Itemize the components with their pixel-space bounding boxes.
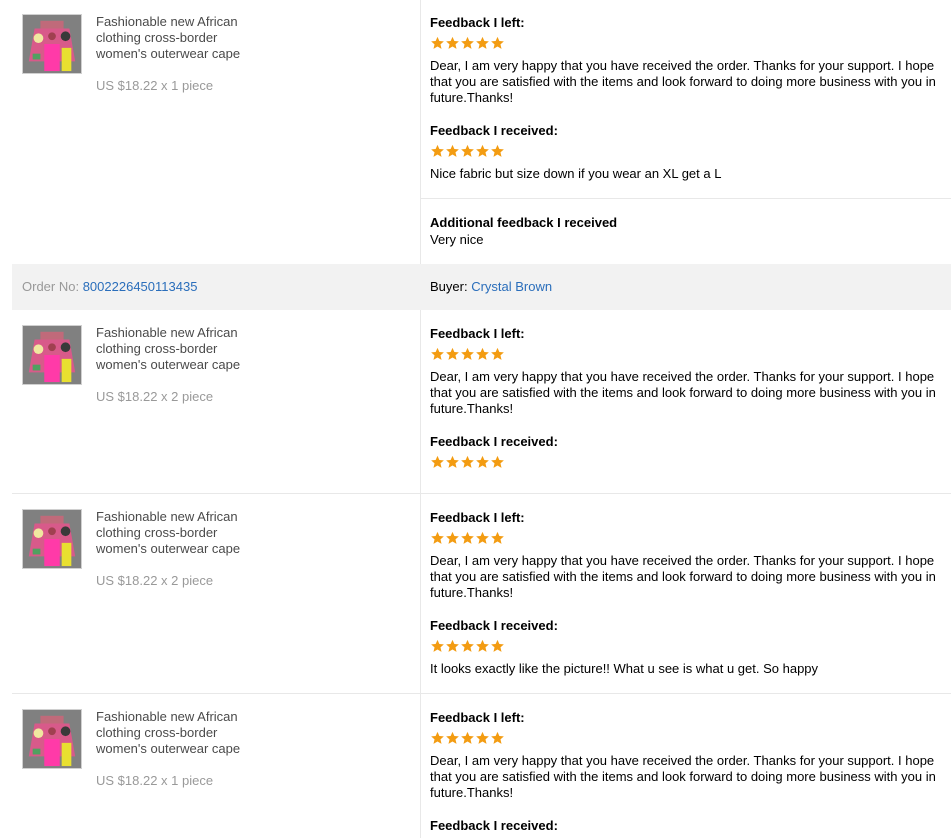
star-icon (475, 347, 490, 361)
star-icon (445, 36, 460, 50)
order-number-link[interactable]: 8002226450113435 (83, 279, 198, 294)
star-icon (490, 347, 505, 361)
star-icon (445, 639, 460, 653)
star-icon (445, 531, 460, 545)
star-icon (475, 531, 490, 545)
star-icon (445, 144, 460, 158)
star-icon (430, 455, 445, 469)
star-rating (430, 347, 950, 363)
star-icon (445, 455, 460, 469)
product-title[interactable]: Fashionable new African clothing cross-b… (96, 14, 266, 62)
dress-image (23, 710, 81, 768)
star-icon (460, 455, 475, 469)
feedback-left-section: Feedback I left: Dear, I am very happy t… (430, 15, 950, 106)
feedback-received-heading: Feedback I received: (430, 818, 558, 833)
star-rating (430, 455, 950, 471)
feedback-left-section: Feedback I left: Dear, I am very happy t… (430, 326, 950, 417)
product-title[interactable]: Fashionable new African clothing cross-b… (96, 325, 266, 373)
feedback-received-section: Feedback I received: It looks exactly li… (430, 618, 950, 677)
star-icon (430, 531, 445, 545)
star-icon (430, 639, 445, 653)
buyer-name-link[interactable]: Crystal Brown (471, 279, 552, 294)
order-header-bar: Order No: 8002226450113435 Buyer: Crysta… (12, 264, 951, 310)
feedback-left-text: Dear, I am very happy that you have rece… (430, 58, 936, 105)
feedback-left-heading: Feedback I left: (430, 15, 525, 30)
product-thumbnail[interactable] (22, 14, 82, 74)
star-icon (430, 347, 445, 361)
feedback-received-text: It looks exactly like the picture!! What… (430, 661, 819, 676)
product-thumbnail[interactable] (22, 325, 82, 385)
star-icon (460, 36, 475, 50)
feedback-received-section: Feedback I received: (430, 818, 950, 834)
feedback-left-text: Dear, I am very happy that you have rece… (430, 553, 936, 600)
star-icon (460, 731, 475, 745)
star-icon (460, 144, 475, 158)
product-price: US $18.22 x 1 piece (96, 78, 214, 93)
star-icon (430, 731, 445, 745)
dress-image (23, 15, 81, 73)
star-icon (445, 347, 460, 361)
additional-feedback-section: Additional feedback I received Very nice (430, 215, 950, 248)
column-divider (420, 494, 421, 693)
feedback-left-text: Dear, I am very happy that you have rece… (430, 753, 936, 800)
column-divider (420, 694, 421, 838)
dress-image (23, 510, 81, 568)
star-icon (430, 36, 445, 50)
feedback-received-heading: Feedback I received: (430, 434, 558, 449)
star-rating (430, 36, 950, 52)
feedback-left-heading: Feedback I left: (430, 710, 525, 725)
star-icon (490, 144, 505, 158)
feedback-left-heading: Feedback I left: (430, 510, 525, 525)
feedback-left-text: Dear, I am very happy that you have rece… (430, 369, 936, 416)
dress-image (23, 326, 81, 384)
star-icon (460, 639, 475, 653)
order-item-row: Fashionable new African clothing cross-b… (12, 0, 951, 265)
star-icon (490, 531, 505, 545)
product-price: US $18.22 x 2 piece (96, 573, 214, 588)
product-price: US $18.22 x 1 piece (96, 773, 214, 788)
feedback-left-section: Feedback I left: Dear, I am very happy t… (430, 710, 950, 801)
product-thumbnail[interactable] (22, 709, 82, 769)
column-divider (420, 310, 421, 493)
star-icon (460, 347, 475, 361)
star-icon (475, 731, 490, 745)
star-rating (430, 144, 950, 160)
star-icon (445, 731, 460, 745)
star-icon (460, 531, 475, 545)
feedback-received-heading: Feedback I received: (430, 618, 558, 633)
star-icon (490, 639, 505, 653)
star-icon (430, 144, 445, 158)
order-item-row: Fashionable new African clothing cross-b… (12, 310, 951, 494)
star-icon (490, 36, 505, 50)
product-thumbnail[interactable] (22, 509, 82, 569)
product-title[interactable]: Fashionable new African clothing cross-b… (96, 709, 266, 757)
star-icon (475, 36, 490, 50)
feedback-received-section: Feedback I received: Nice fabric but siz… (430, 123, 950, 182)
feedback-received-heading: Feedback I received: (430, 123, 558, 138)
feedback-left-heading: Feedback I left: (430, 326, 525, 341)
star-icon (490, 731, 505, 745)
star-rating (430, 639, 950, 655)
additional-feedback-text: Very nice (430, 232, 484, 247)
product-title[interactable]: Fashionable new African clothing cross-b… (96, 509, 266, 557)
star-icon (475, 455, 490, 469)
order-item-row: Fashionable new African clothing cross-b… (12, 494, 951, 694)
star-icon (475, 639, 490, 653)
star-icon (490, 455, 505, 469)
section-divider (421, 198, 951, 199)
column-divider (420, 0, 421, 264)
buyer-group: Buyer: Crystal Brown (430, 279, 552, 294)
star-icon (475, 144, 490, 158)
buyer-label: Buyer: (430, 279, 468, 294)
star-rating (430, 531, 950, 547)
order-item-row: Fashionable new African clothing cross-b… (12, 694, 951, 838)
star-rating (430, 731, 950, 747)
feedback-left-section: Feedback I left: Dear, I am very happy t… (430, 510, 950, 601)
product-price: US $18.22 x 2 piece (96, 389, 214, 404)
feedback-received-text: Nice fabric but size down if you wear an… (430, 166, 722, 181)
order-number-group: Order No: 8002226450113435 (22, 279, 197, 294)
order-number-label: Order No: (22, 279, 80, 294)
feedback-received-section: Feedback I received: (430, 434, 950, 471)
additional-feedback-heading: Additional feedback I received (430, 215, 618, 230)
